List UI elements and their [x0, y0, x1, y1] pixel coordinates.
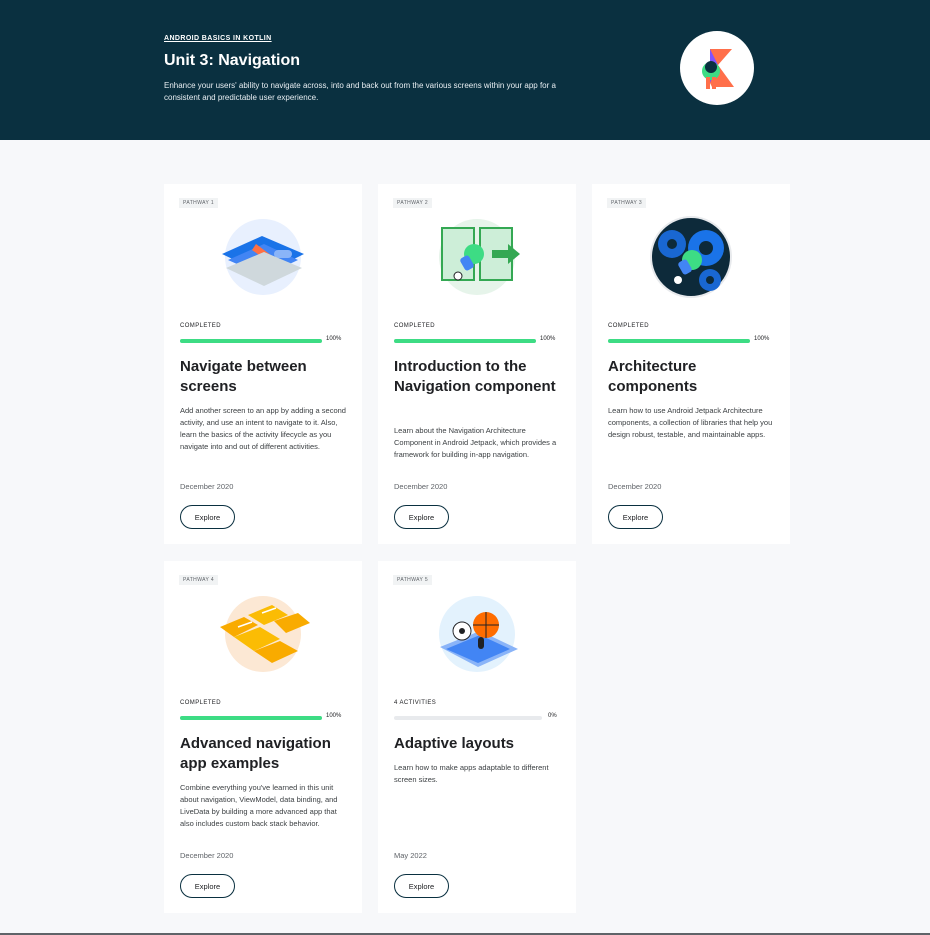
gears-illustration-icon	[642, 214, 740, 300]
card-title[interactable]: Introduction to the Navigation component	[394, 357, 564, 397]
card-title[interactable]: Navigate between screens	[180, 357, 350, 397]
completion-status: COMPLETED	[180, 700, 221, 706]
progress-percent: 100%	[540, 336, 556, 342]
progress-percent: 100%	[754, 336, 770, 342]
card-title[interactable]: Advanced navigation app examples	[180, 734, 350, 774]
progress-percent: 0%	[548, 713, 557, 719]
completion-status: COMPLETED	[394, 323, 435, 329]
pathway-card-2: PATHWAY 2 COMPLETED 100% Introduction to…	[378, 184, 576, 544]
page-title: Unit 3: Navigation	[164, 52, 301, 69]
card-date: December 2020	[608, 482, 662, 491]
card-date: December 2020	[180, 851, 234, 860]
explore-button[interactable]: Explore	[180, 874, 235, 898]
progress-bar	[394, 339, 536, 343]
progress-bar	[608, 339, 750, 343]
explore-button[interactable]: Explore	[180, 505, 235, 529]
pathway-card-1: PATHWAY 1 COMPLETED 100% Navigate betwee…	[164, 184, 362, 544]
sports-illustration-icon	[428, 591, 526, 677]
card-date: December 2020	[180, 482, 234, 491]
card-date: May 2022	[394, 851, 427, 860]
pathway-card-3: PATHWAY 3 COMPLETED 100% Architecture co…	[592, 184, 790, 544]
progress-percent: 100%	[326, 336, 342, 342]
card-description: Learn how to use Android Jetpack Archite…	[608, 406, 773, 439]
screens-illustration-icon	[214, 214, 312, 300]
progress-bar	[180, 339, 322, 343]
pathway-tag: PATHWAY 2	[393, 198, 433, 208]
pathway-card-5: PATHWAY 5 4 ACTIVITIES 0% Adaptive layou…	[378, 561, 576, 913]
progress-percent: 100%	[326, 713, 342, 719]
card-description: Combine everything you've learned in thi…	[180, 783, 338, 828]
pathway-tag: PATHWAY 1	[179, 198, 219, 208]
card-title[interactable]: Architecture components	[608, 357, 778, 397]
pathway-tag: PATHWAY 4	[179, 575, 219, 585]
activity-count: 4 ACTIVITIES	[394, 700, 437, 706]
progress-bar	[394, 716, 542, 720]
explore-button[interactable]: Explore	[608, 505, 663, 529]
card-description: Learn about the Navigation Architecture …	[394, 426, 557, 459]
explore-button[interactable]: Explore	[394, 505, 449, 529]
breadcrumb-link[interactable]: ANDROID BASICS IN KOTLIN	[164, 35, 272, 42]
card-description: Add another screen to an app by adding a…	[180, 406, 346, 451]
pathway-tag: PATHWAY 5	[393, 575, 433, 585]
explore-button[interactable]: Explore	[394, 874, 449, 898]
completion-status: COMPLETED	[180, 323, 221, 329]
navigation-illustration-icon	[428, 214, 526, 300]
unit-description: Enhance your users' ability to navigate …	[164, 81, 556, 102]
pathway-tag: PATHWAY 3	[607, 198, 647, 208]
kotlin-badge-icon	[680, 31, 754, 105]
progress-bar	[180, 716, 322, 720]
cards-illustration-icon	[214, 591, 312, 677]
card-title[interactable]: Adaptive layouts	[394, 734, 564, 754]
card-description: Learn how to make apps adaptable to diff…	[394, 763, 549, 784]
unit-header: ANDROID BASICS IN KOTLIN Unit 3: Navigat…	[0, 0, 930, 140]
card-date: December 2020	[394, 482, 448, 491]
completion-status: COMPLETED	[608, 323, 649, 329]
pathway-card-4: PATHWAY 4 COMPLETED 100% Advanced naviga…	[164, 561, 362, 913]
